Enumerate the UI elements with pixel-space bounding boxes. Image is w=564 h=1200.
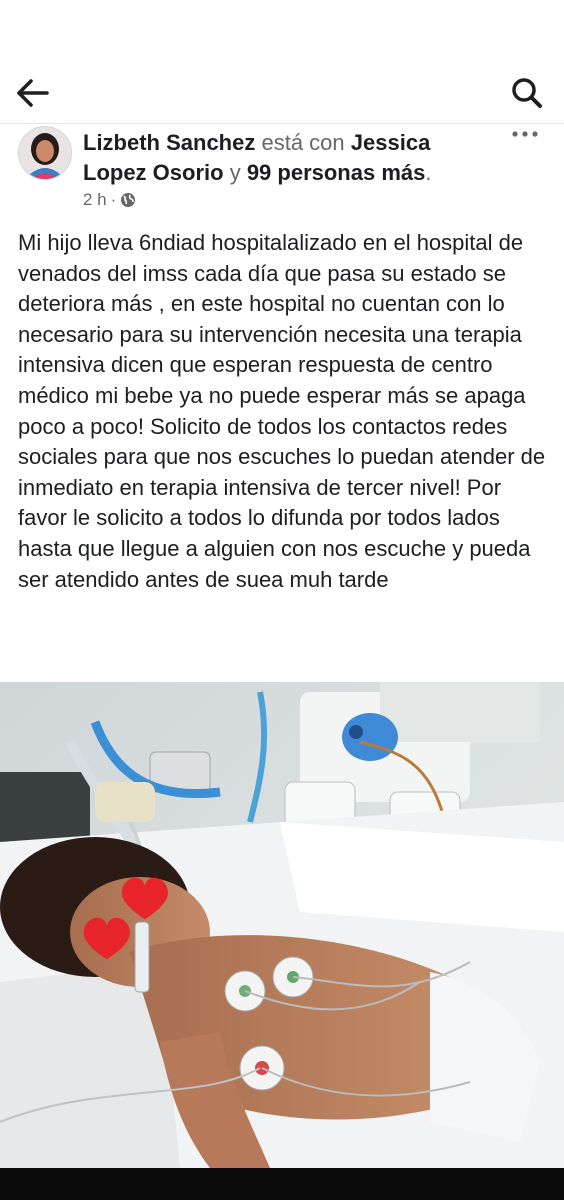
post-photo[interactable] xyxy=(0,682,564,1168)
bottom-strip xyxy=(0,1168,564,1200)
post-meta: 2 h · xyxy=(83,190,136,210)
avatar[interactable] xyxy=(18,126,72,180)
post-header: Lizbeth Sanchez está con Jessica Lopez O… xyxy=(0,124,564,220)
post-text: Mi hijo lleva 6ndiad hospitalalizado en … xyxy=(18,230,546,592)
meta-separator: · xyxy=(110,190,117,209)
others-link[interactable]: 99 personas más xyxy=(247,160,426,185)
top-app-bar xyxy=(0,62,564,124)
author-name[interactable]: Lizbeth Sanchez xyxy=(83,130,255,155)
arrow-left-icon xyxy=(17,79,49,107)
search-button[interactable] xyxy=(510,76,544,110)
globe-icon xyxy=(121,193,136,207)
with-text: está con xyxy=(261,130,345,155)
post-author-line: Lizbeth Sanchez está con Jessica Lopez O… xyxy=(83,128,483,188)
and-text: y xyxy=(229,160,241,185)
post-time[interactable]: 2 h xyxy=(83,190,107,210)
back-button[interactable] xyxy=(14,76,52,110)
more-dots-icon xyxy=(512,131,538,137)
more-options-button[interactable] xyxy=(510,124,540,144)
period: . xyxy=(425,160,432,185)
search-icon xyxy=(512,78,542,108)
